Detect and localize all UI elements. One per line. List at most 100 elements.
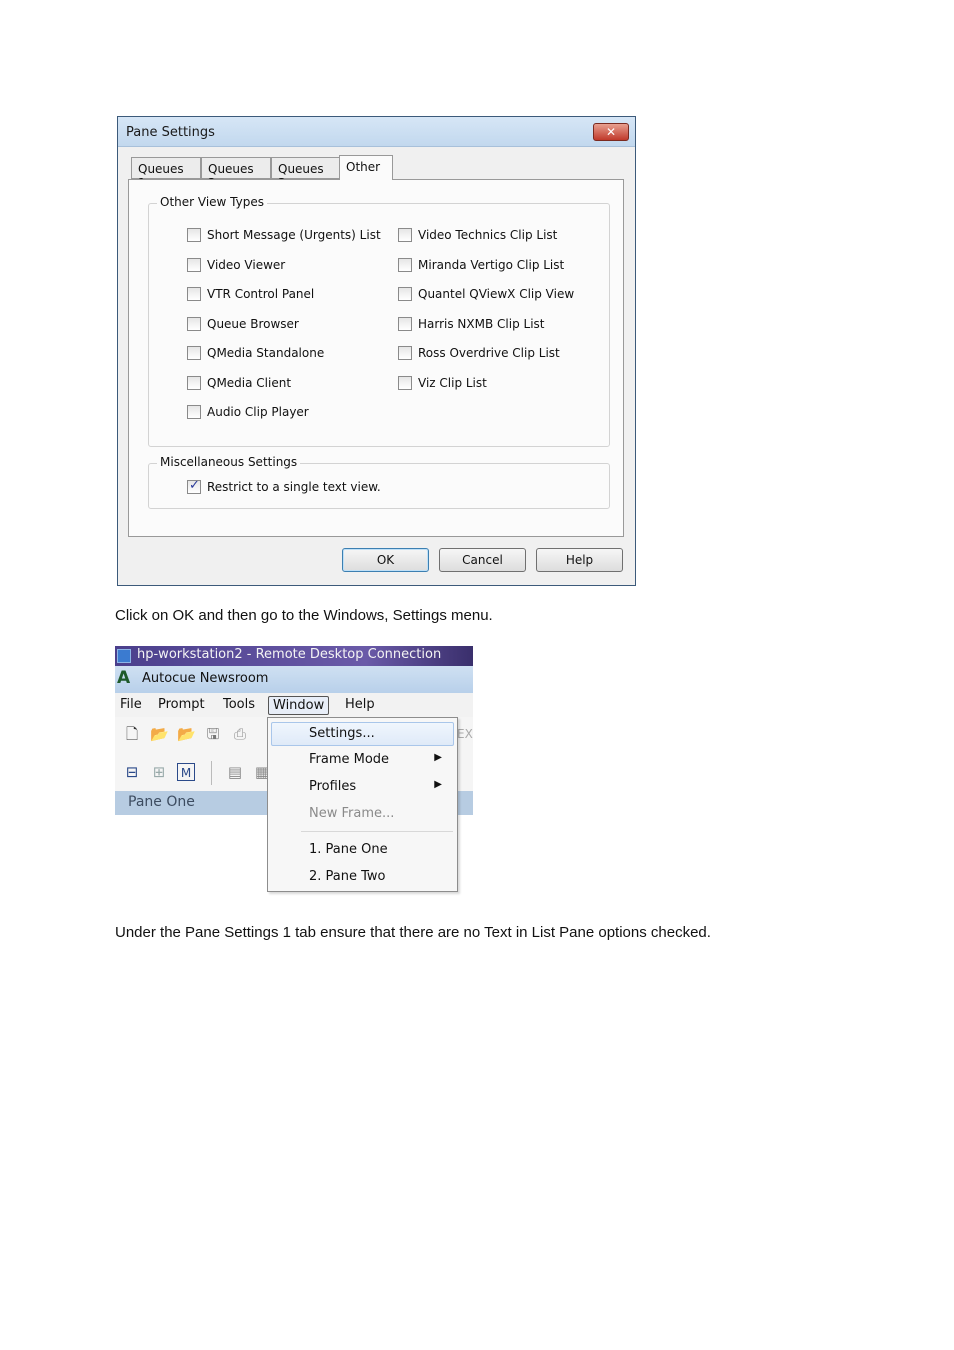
- tab-queues-1[interactable]: Queues 1: [131, 157, 201, 190]
- app-titlebar: A Autocue Newsroom: [115, 666, 473, 693]
- menu-separator: [301, 831, 453, 832]
- print-icon[interactable]: ⎙: [231, 725, 249, 743]
- menu-item-label: 2. Pane Two: [309, 869, 386, 884]
- checkbox-label: Audio Clip Player: [207, 405, 309, 419]
- checkbox-label: Short Message (Urgents) List: [207, 228, 381, 242]
- tab-label: Other: [346, 160, 381, 174]
- view-type-checkbox[interactable]: QMedia Client: [187, 374, 291, 392]
- new-document-icon[interactable]: 🗋: [123, 725, 141, 743]
- view-type-checkbox[interactable]: Audio Clip Player: [187, 403, 309, 421]
- app-title: Autocue Newsroom: [142, 671, 269, 686]
- menu-item-label: Settings...: [309, 726, 375, 741]
- toolbar-fragment: EX: [457, 727, 473, 741]
- open-folder-red-icon[interactable]: 📂: [177, 725, 196, 743]
- view-type-checkbox[interactable]: QMedia Standalone: [187, 344, 324, 362]
- tab-queues-2[interactable]: Queues 2: [201, 157, 271, 190]
- view-type-checkbox[interactable]: Miranda Vertigo Clip List: [398, 256, 564, 274]
- menubar: File Prompt Tools Window Help: [115, 693, 473, 717]
- checkbox-box: [187, 257, 201, 272]
- menu-item-pane-two[interactable]: 2. Pane Two: [271, 865, 454, 889]
- checkbox-box: [187, 228, 201, 242]
- pane-settings-dialog: Pane Settings ✕ Queues 1 Queues 2 Queues…: [117, 116, 636, 586]
- menu-item-new-frame: New Frame...: [271, 802, 454, 826]
- checkbox-label: Restrict to a single text view.: [207, 480, 381, 494]
- checkbox-box: [398, 375, 412, 390]
- close-button[interactable]: ✕: [593, 123, 629, 141]
- view-type-checkbox[interactable]: Harris NXMB Clip List: [398, 315, 545, 333]
- close-icon: ✕: [605, 125, 617, 139]
- checkbox-box: [187, 375, 201, 390]
- checkbox-box: [187, 316, 201, 331]
- menu-item-settings[interactable]: Settings...: [271, 722, 454, 746]
- tab-other[interactable]: Other: [339, 155, 393, 180]
- pane-label: Pane One: [128, 794, 195, 810]
- layout-split-icon[interactable]: ⊟: [123, 763, 141, 781]
- other-view-types-group: Other View Types Short Message (Urgents)…: [148, 195, 610, 447]
- menu-item-label: New Frame...: [309, 806, 395, 821]
- button-label: OK: [376, 553, 395, 567]
- tab-panel-other: Other View Types Short Message (Urgents)…: [128, 179, 624, 537]
- view-type-checkbox[interactable]: Video Technics Clip List: [398, 226, 557, 244]
- checkbox-box: [398, 228, 412, 242]
- dialog-titlebar: Pane Settings ✕: [118, 117, 635, 147]
- view-type-checkbox[interactable]: Viz Clip List: [398, 374, 487, 392]
- checkbox-label: Queue Browser: [207, 316, 299, 331]
- menu-item-frame-mode[interactable]: Frame Mode ▶: [271, 748, 454, 772]
- cancel-button[interactable]: Cancel: [439, 548, 526, 572]
- checkbox-box: [187, 405, 201, 419]
- checkbox-box: [398, 346, 412, 360]
- save-icon[interactable]: 🖫: [204, 725, 222, 743]
- instruction-text-1: Click on OK and then go to the Windows, …: [115, 607, 493, 624]
- menu-prompt[interactable]: Prompt: [154, 696, 209, 713]
- open-folder-icon[interactable]: 📂: [150, 725, 169, 743]
- menu-item-profiles[interactable]: Profiles ▶: [271, 775, 454, 799]
- menu-file[interactable]: File: [116, 696, 146, 713]
- checkbox-label: Ross Overdrive Clip List: [418, 346, 560, 360]
- button-label: Help: [565, 553, 594, 567]
- menu-screenshot: hp-workstation2 - Remote Desktop Connect…: [115, 646, 473, 892]
- instruction-text-2: Under the Pane Settings 1 tab ensure tha…: [115, 924, 711, 941]
- rdp-title: hp-workstation2 - Remote Desktop Connect…: [137, 647, 442, 662]
- view-type-checkbox[interactable]: Video Viewer: [187, 256, 285, 274]
- view-type-checkbox[interactable]: Queue Browser: [187, 315, 299, 333]
- dialog-title: Pane Settings: [126, 125, 215, 140]
- layout-columns-icon[interactable]: ⊞: [150, 763, 168, 781]
- view-type-checkbox[interactable]: VTR Control Panel: [187, 285, 314, 303]
- checkbox-label: Video Technics Clip List: [418, 228, 558, 242]
- view-type-checkbox[interactable]: Short Message (Urgents) List: [187, 226, 381, 244]
- menu-item-label: 1. Pane One: [309, 842, 388, 857]
- text-tool-icon[interactable]: ▤: [226, 763, 244, 781]
- checkbox-box: [398, 316, 412, 331]
- view-type-checkbox[interactable]: Ross Overdrive Clip List: [398, 344, 560, 362]
- menu-help[interactable]: Help: [341, 696, 379, 713]
- checkbox-label: QMedia Standalone: [207, 346, 325, 360]
- checkbox-box: [398, 287, 412, 301]
- checkbox-label: VTR Control Panel: [207, 287, 315, 301]
- menu-item-pane-one[interactable]: 1. Pane One: [271, 838, 454, 862]
- group-label: Miscellaneous Settings: [157, 455, 301, 469]
- ok-button[interactable]: OK: [342, 548, 429, 572]
- checkbox-box: [187, 346, 201, 360]
- misc-settings-group: Miscellaneous Settings Restrict to a sin…: [148, 455, 610, 509]
- help-button[interactable]: Help: [536, 548, 623, 572]
- autocue-logo-icon: A: [117, 668, 131, 688]
- checkbox-label: QMedia Client: [207, 375, 292, 390]
- remote-desktop-icon: [117, 649, 131, 663]
- checkbox-box: [187, 287, 201, 301]
- submenu-arrow-icon: ▶: [434, 752, 442, 763]
- checkbox-label: Quantel QViewX Clip View: [418, 287, 575, 301]
- window-dropdown-menu: Settings... Frame Mode ▶ Profiles ▶ New …: [267, 717, 458, 892]
- menu-item-label: Profiles: [309, 779, 357, 794]
- button-label: Cancel: [462, 553, 503, 567]
- menu-tools[interactable]: Tools: [219, 696, 259, 713]
- layout-m-icon[interactable]: M: [177, 763, 195, 781]
- view-type-checkbox[interactable]: Quantel QViewX Clip View: [398, 285, 574, 303]
- checkbox-label: Viz Clip List: [418, 375, 487, 390]
- menu-window[interactable]: Window: [268, 696, 330, 715]
- checkbox-label: Harris NXMB Clip List: [418, 316, 545, 331]
- tab-queues-3[interactable]: Queues 3: [271, 157, 341, 190]
- menu-item-label: Frame Mode: [309, 752, 390, 767]
- restrict-single-text-view-checkbox[interactable]: Restrict to a single text view.: [187, 478, 381, 496]
- submenu-arrow-icon: ▶: [434, 779, 442, 790]
- checkbox-box: [187, 478, 201, 494]
